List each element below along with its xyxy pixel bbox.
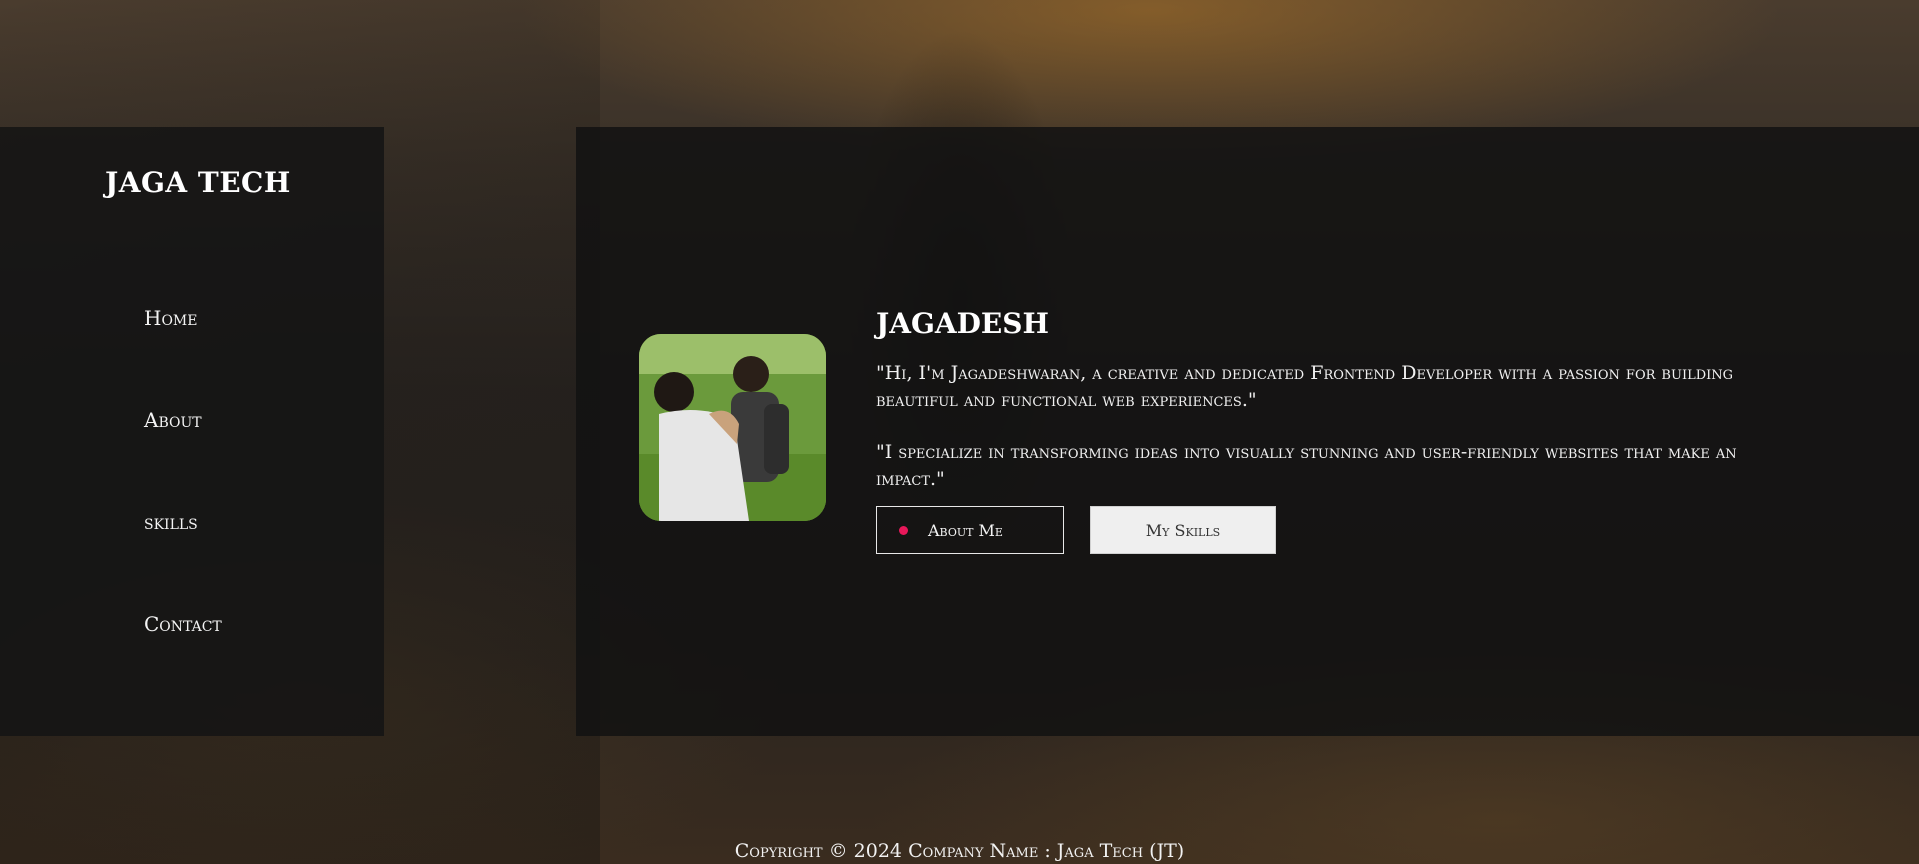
nav-item-skills[interactable]: skills <box>144 510 198 534</box>
about-me-button[interactable]: About Me <box>876 506 1064 554</box>
brand-logo-text[interactable]: JAGA TECH <box>105 166 291 199</box>
my-skills-button[interactable]: My Skills <box>1090 506 1276 554</box>
profile-photo <box>639 334 826 521</box>
intro-quote: "Hi, I'm Jagadeshwaran, a creative and d… <box>876 362 1734 411</box>
profile-photo-illustration <box>639 334 826 521</box>
accent-dot-icon <box>899 525 908 535</box>
specialty-quote: "I specialize in transforming ideas into… <box>876 441 1737 490</box>
nav-item-about[interactable]: About <box>144 408 202 432</box>
about-me-button-label: About Me <box>928 520 1003 540</box>
nav-item-contact[interactable]: Contact <box>144 612 222 636</box>
footer-copyright: Copyright © 2024 Company Name : Jaga Tec… <box>734 840 1185 862</box>
my-skills-button-label: My Skills <box>1145 520 1221 540</box>
nav-item-home[interactable]: Home <box>144 306 197 330</box>
profile-name: JAGADESH <box>876 307 1049 340</box>
